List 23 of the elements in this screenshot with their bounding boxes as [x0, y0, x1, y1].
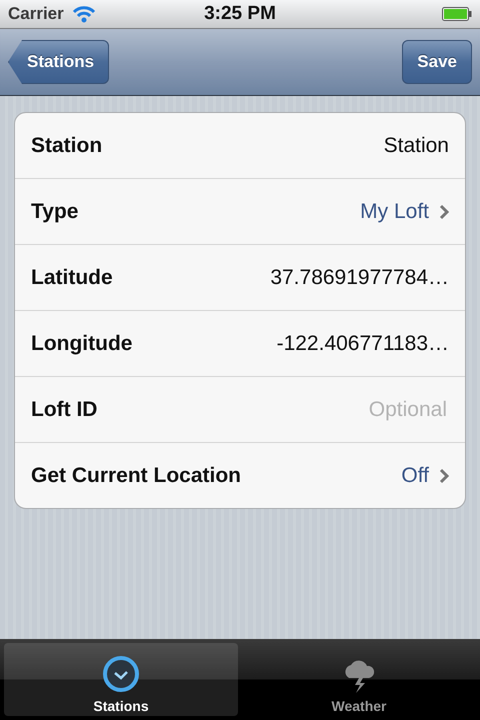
time-label: 3:25 PM	[204, 3, 276, 25]
row-label: Longitude	[31, 332, 132, 356]
battery-icon	[442, 7, 472, 21]
input-field[interactable]: Optional	[245, 396, 449, 422]
row-label: Station	[31, 134, 102, 158]
row-label: Type	[31, 200, 78, 224]
row-value[interactable]: My Loft	[360, 200, 429, 224]
row-label: Get Current Location	[31, 464, 242, 488]
clock-icon	[101, 654, 141, 694]
carrier-label: Carrier	[8, 4, 64, 24]
row-value: Station	[384, 134, 449, 158]
row-value: -122.406771183…	[276, 332, 449, 356]
wifi-icon	[72, 5, 96, 23]
back-button[interactable]: Stations	[8, 40, 110, 84]
chevron-icon	[439, 468, 449, 484]
row-label: Latitude	[31, 266, 113, 290]
row-value[interactable]: Off	[401, 464, 429, 488]
row-label: Loft ID	[31, 398, 98, 422]
save-button[interactable]: Save	[402, 40, 472, 84]
tab[interactable]: Weather	[242, 643, 476, 716]
chevron-icon	[439, 204, 449, 220]
tab[interactable]: Stations	[4, 643, 238, 716]
row-value: 37.78691977784…	[270, 266, 449, 290]
